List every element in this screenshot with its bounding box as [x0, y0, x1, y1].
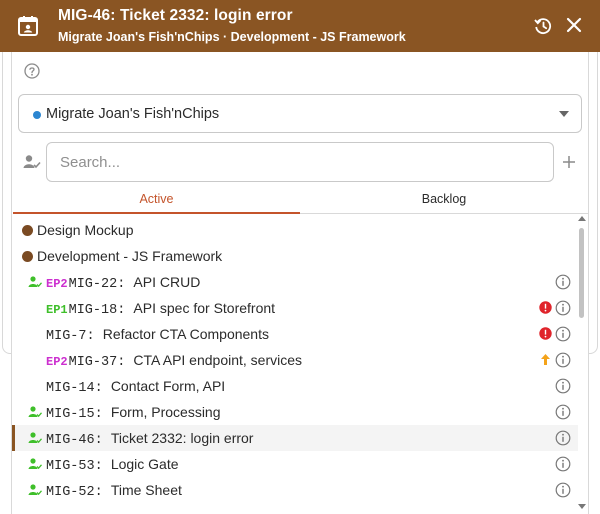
- ticket-title: MIG-46: Ticket 2332: login error: [58, 7, 293, 24]
- scroll-down-arrow-icon[interactable]: [578, 504, 586, 509]
- scroll-up-arrow-icon[interactable]: [578, 216, 586, 221]
- task-key: MIG-37: [68, 355, 118, 370]
- list-item[interactable]: EP1MIG-18: API spec for Storefront: [12, 295, 578, 321]
- list-item[interactable]: MIG-14: Contact Form, API: [12, 373, 578, 399]
- list-item[interactable]: EP2MIG-22: API CRUD: [12, 269, 578, 295]
- info-icon[interactable]: [555, 274, 571, 290]
- close-icon[interactable]: [566, 17, 582, 33]
- header-bar: MIG-46: Ticket 2332: login error Migrate…: [0, 0, 600, 52]
- list-group-development[interactable]: Development - JS Framework: [12, 243, 578, 269]
- info-icon[interactable]: [555, 352, 571, 368]
- task-key: MIG-53: [46, 459, 95, 474]
- list-item-selected[interactable]: MIG-46: Ticket 2332: login error: [12, 425, 578, 451]
- task-key: MIG-15: [46, 407, 95, 422]
- group-label: Design Mockup: [37, 222, 134, 238]
- task-list: Design Mockup Development - JS Framework…: [12, 216, 588, 514]
- assigned-filter-icon[interactable]: [23, 154, 41, 170]
- list-item[interactable]: MIG-53: Logic Gate: [12, 451, 578, 477]
- task-key: MIG-52: [46, 485, 95, 500]
- chevron-down-icon: [559, 111, 569, 117]
- help-icon[interactable]: [24, 63, 40, 79]
- assigned-user-icon: [28, 458, 42, 470]
- tab-active[interactable]: Active: [13, 192, 300, 214]
- history-icon[interactable]: [533, 16, 553, 36]
- add-icon[interactable]: [562, 155, 576, 169]
- list-group-design-mockup[interactable]: Design Mockup: [12, 217, 578, 243]
- task-key: MIG-14: [46, 381, 95, 396]
- task-title: Contact Form, API: [110, 378, 226, 394]
- group-label: Development - JS Framework: [37, 248, 223, 264]
- ticket-subtitle: Migrate Joan's Fish'nChips · Development…: [58, 30, 406, 44]
- epic-tag: EP1: [46, 303, 68, 317]
- task-picker-window: MIG-46: Ticket 2332: login error Migrate…: [0, 0, 600, 514]
- calendar-icon: [18, 16, 38, 36]
- epic-tag: EP2: [46, 355, 68, 369]
- alert-icon: [539, 327, 552, 340]
- group-color-dot: [22, 251, 33, 262]
- task-title: API CRUD: [133, 274, 201, 290]
- assigned-user-icon: [28, 406, 42, 418]
- task-title: Ticket 2332: login error: [110, 430, 254, 446]
- alert-icon: [539, 301, 552, 314]
- task-title: CTA API endpoint, services: [133, 352, 303, 368]
- task-key: MIG-7: [46, 329, 87, 344]
- project-color-dot: [33, 111, 41, 119]
- search-input[interactable]: [46, 142, 554, 182]
- info-icon[interactable]: [555, 430, 571, 446]
- list-item[interactable]: MIG-15: Form, Processing: [12, 399, 578, 425]
- info-icon[interactable]: [555, 482, 571, 498]
- list-item[interactable]: MIG-52: Time Sheet: [12, 477, 578, 503]
- task-title: Time Sheet: [110, 482, 182, 498]
- task-title: Form, Processing: [110, 404, 221, 420]
- task-key: MIG-46: [46, 433, 95, 448]
- info-icon[interactable]: [555, 404, 571, 420]
- project-select[interactable]: Migrate Joan's Fish'nChips: [18, 94, 582, 133]
- task-key: MIG-18: [68, 303, 118, 318]
- project-select-value: Migrate Joan's Fish'nChips: [46, 106, 220, 122]
- list-item[interactable]: EP2MIG-37: CTA API endpoint, services: [12, 347, 578, 373]
- priority-up-icon: [541, 354, 550, 365]
- assigned-user-icon: [28, 484, 42, 496]
- info-icon[interactable]: [555, 326, 571, 342]
- assigned-user-icon: [28, 432, 42, 444]
- task-key: MIG-22: [68, 277, 118, 292]
- info-icon[interactable]: [555, 378, 571, 394]
- tab-backlog[interactable]: Backlog: [300, 192, 588, 214]
- task-title: Logic Gate: [110, 456, 179, 472]
- task-title: Refactor CTA Components: [102, 326, 269, 342]
- task-title: API spec for Storefront: [133, 300, 276, 316]
- epic-tag: EP2: [46, 277, 68, 291]
- scrollbar-thumb[interactable]: [579, 228, 584, 318]
- assigned-user-icon: [28, 276, 42, 288]
- info-icon[interactable]: [555, 456, 571, 472]
- group-color-dot: [22, 225, 33, 236]
- list-item[interactable]: MIG-7: Refactor CTA Components: [12, 321, 578, 347]
- info-icon[interactable]: [555, 300, 571, 316]
